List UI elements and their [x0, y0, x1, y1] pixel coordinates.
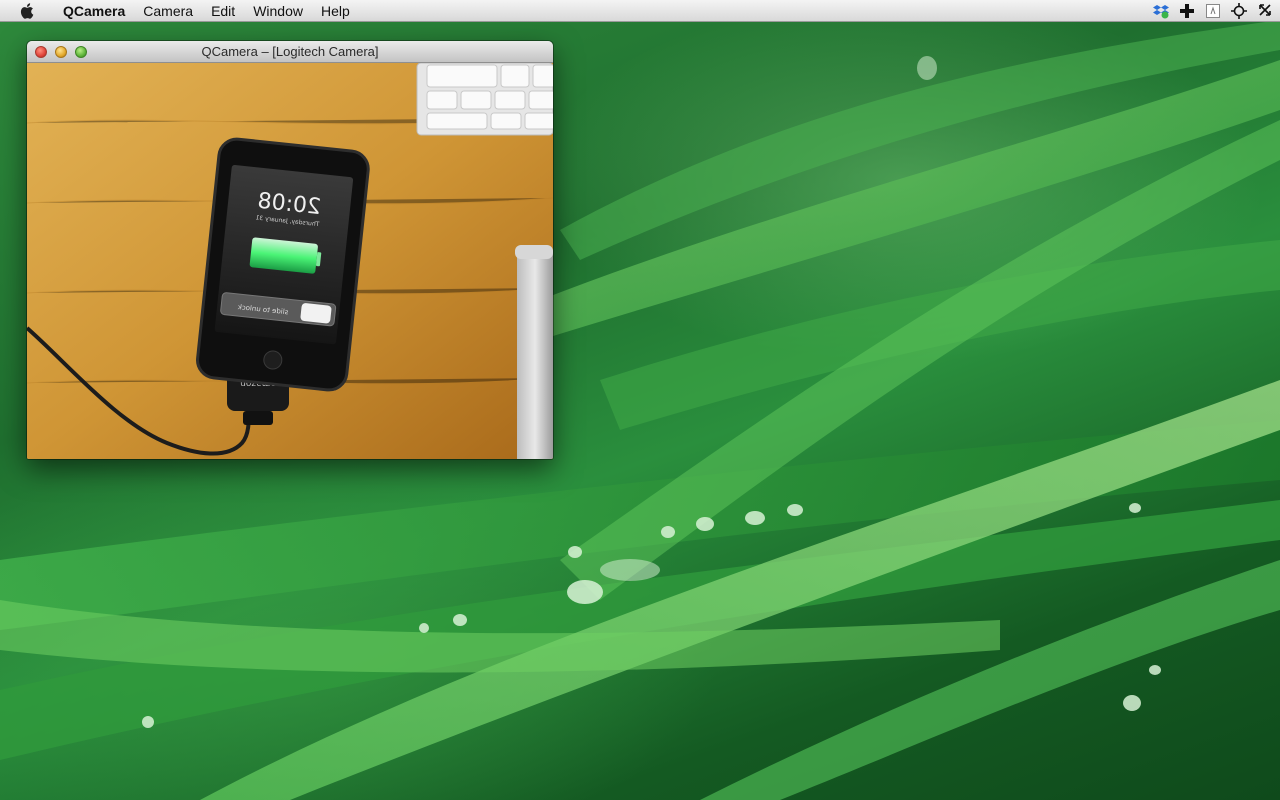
window-title: QCamera – [Logitech Camera]	[201, 44, 379, 59]
plus-cross-icon[interactable]	[1178, 2, 1196, 20]
menu-bar: QCamera Camera Edit Window Help	[0, 0, 1280, 22]
menu-camera[interactable]: Camera	[134, 0, 202, 22]
apple-logo-icon[interactable]	[20, 2, 36, 20]
monitor-stand-graphic	[515, 245, 553, 459]
window-titlebar[interactable]: QCamera – [Logitech Camera]	[27, 41, 553, 63]
iphone-graphic: 20:08 Thursday, January 31 slide to unlo…	[196, 137, 370, 392]
camera-image: amazon 20:08 Thursday, January 31 slide …	[27, 63, 553, 459]
text-input-icon[interactable]	[1204, 2, 1222, 20]
menu-extras	[1152, 0, 1274, 22]
dropbox-icon[interactable]	[1152, 2, 1170, 20]
menu-edit[interactable]: Edit	[202, 0, 244, 22]
menu-qcamera[interactable]: QCamera	[54, 0, 134, 22]
arrows-icon[interactable]	[1256, 2, 1274, 20]
qcamera-window: QCamera – [Logitech Camera] 20:08 Thursd…	[27, 41, 553, 459]
camera-feed: amazon 20:08 Thursday, January 31 slide …	[27, 63, 553, 459]
keyboard-graphic	[416, 63, 553, 136]
menu-window[interactable]: Window	[244, 0, 312, 22]
menu-help[interactable]: Help	[312, 0, 359, 22]
crosshair-icon[interactable]	[1230, 2, 1248, 20]
